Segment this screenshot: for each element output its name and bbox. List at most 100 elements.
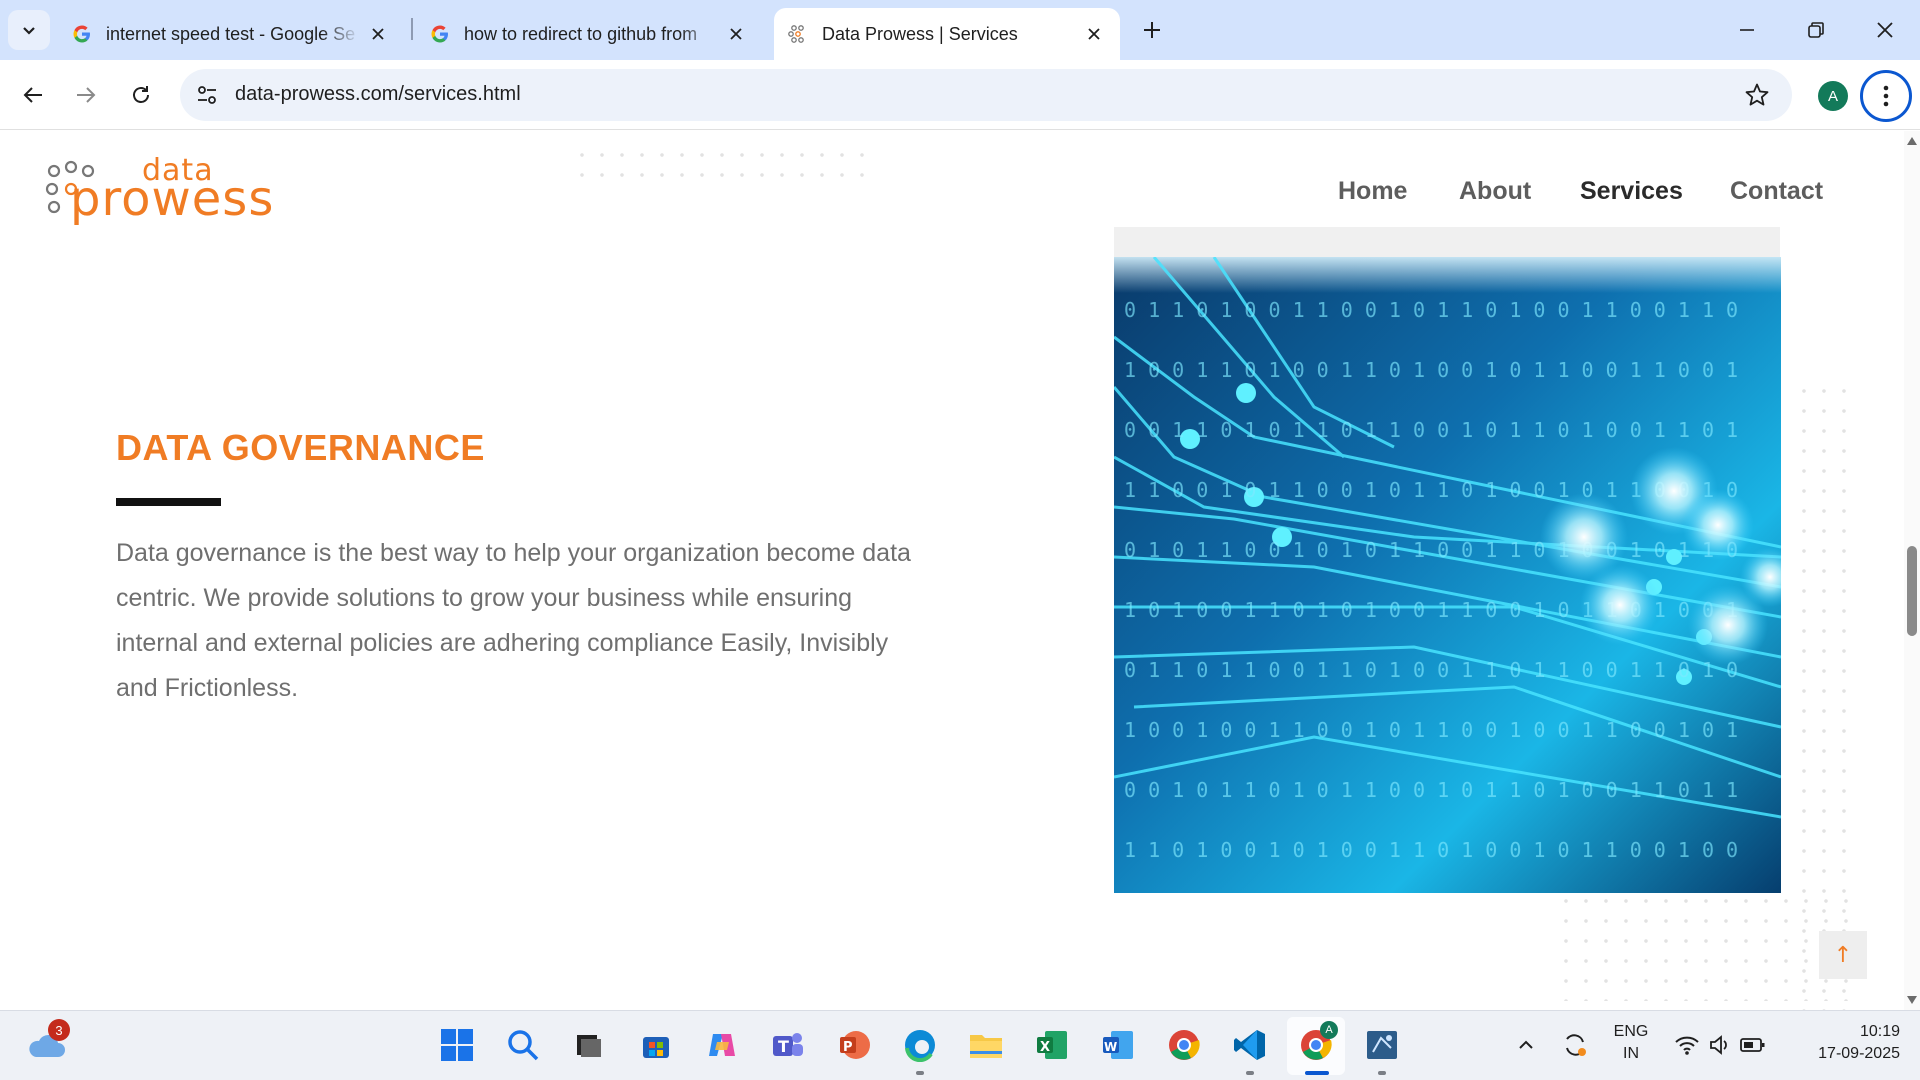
language-indicator[interactable]: ENG IN [1603, 1023, 1659, 1063]
chrome-profile-icon[interactable]: A [1296, 1021, 1338, 1065]
nav-contact[interactable]: Contact [1730, 177, 1823, 206]
start-button[interactable] [437, 1025, 477, 1065]
nav-home[interactable]: Home [1338, 177, 1407, 206]
forward-button[interactable] [66, 75, 106, 115]
quick-settings-button[interactable] [1668, 1025, 1772, 1065]
tab-title: Data Prowess | Services [822, 23, 1018, 44]
search-icon [508, 1030, 539, 1061]
url-text[interactable]: data-prowess.com/services.html [235, 83, 521, 106]
region-code: IN [1623, 1045, 1639, 1062]
scrollbar-thumb[interactable] [1907, 546, 1917, 636]
arrow-left-icon [23, 87, 42, 103]
tab-internet-speed-test[interactable]: internet speed test - Google Se [58, 8, 404, 60]
clock[interactable]: 10:19 17-09-2025 [1790, 1023, 1900, 1063]
notification-badge: 3 [48, 1019, 70, 1041]
copilot-icon[interactable] [702, 1025, 742, 1065]
volume-icon [1710, 1035, 1727, 1055]
svg-text:0 1 0 1 1 0 0 1 0 1 0 1 1 0 0: 0 1 0 1 1 0 0 1 0 1 0 1 1 0 0 1 1 0 1 0 … [1124, 538, 1738, 562]
svg-text:1 0 0 1 1 0 1 0 0 1 1 0 1 0 0: 1 0 0 1 1 0 1 0 0 1 1 0 1 0 0 1 0 1 1 0 … [1124, 358, 1738, 382]
site-logo[interactable]: data prowess [44, 153, 304, 225]
tab-github-redirect[interactable]: how to redirect to github from [416, 8, 762, 60]
close-icon [1877, 22, 1893, 38]
minimize-icon [1740, 29, 1754, 31]
powerpoint-icon[interactable]: P [834, 1025, 874, 1065]
plus-icon [1144, 22, 1160, 38]
svg-text:1 0 0 1 0 0 1 1 0 0 1 0 1 1 0: 1 0 0 1 0 0 1 1 0 0 1 0 1 1 0 0 1 0 0 1 … [1124, 718, 1738, 742]
page-scrollbar[interactable] [1904, 131, 1920, 1010]
windows-logo-icon [441, 1029, 473, 1061]
file-explorer-icon[interactable] [966, 1025, 1006, 1065]
tab-separator [411, 18, 413, 40]
reload-icon [133, 86, 149, 103]
tab-title: internet speed test - Google Se [106, 23, 356, 44]
svg-text:W: W [1104, 1040, 1117, 1054]
new-tab-button[interactable] [1136, 14, 1168, 46]
nav-about[interactable]: About [1459, 177, 1531, 206]
site-info-icon[interactable] [194, 82, 220, 108]
svg-text:0 0 1 1 0 1 0 1 1 0 1 1 0 0 1: 0 0 1 1 0 1 0 1 1 0 1 1 0 0 1 0 1 1 0 1 … [1124, 418, 1738, 442]
address-bar[interactable]: data-prowess.com/services.html [180, 69, 1792, 121]
svg-text:0 1 1 0 1 1 0 0 1 1 0 1 0 0 1: 0 1 1 0 1 1 0 0 1 1 0 1 0 0 1 1 0 1 1 0 … [1124, 658, 1738, 682]
search-button[interactable] [503, 1025, 543, 1065]
tab-title: how to redirect to github from [464, 23, 698, 44]
weather-widget[interactable]: 3 [26, 1019, 70, 1065]
svg-text:X: X [1040, 1040, 1050, 1055]
restore-icon [1808, 22, 1824, 38]
active-indicator [1305, 1071, 1329, 1075]
close-icon[interactable] [366, 22, 390, 46]
arrow-up-icon: ↑ [1833, 942, 1853, 968]
scroll-up-icon[interactable] [1907, 137, 1917, 145]
title-underline [116, 498, 221, 506]
scroll-down-icon[interactable] [1907, 996, 1917, 1004]
word-icon[interactable]: W [1098, 1025, 1138, 1065]
chevron-up-icon [1519, 1040, 1533, 1049]
teams-icon[interactable]: T [768, 1025, 808, 1065]
show-hidden-icons-button[interactable] [1506, 1025, 1546, 1065]
close-icon[interactable] [1082, 22, 1106, 46]
wifi-icon [1675, 1036, 1699, 1055]
nav-services[interactable]: Services [1580, 177, 1683, 206]
svg-text:P: P [843, 1040, 853, 1055]
chrome-icon[interactable] [1164, 1025, 1204, 1065]
running-indicator [916, 1071, 924, 1075]
running-indicator [1378, 1071, 1386, 1075]
edge-icon[interactable] [900, 1025, 940, 1065]
minimize-button[interactable] [1724, 10, 1770, 50]
remote-app-icon[interactable] [1362, 1025, 1402, 1065]
section-description: Data governance is the best way to help … [116, 539, 911, 702]
windows-taskbar: 3 T P X W A ENG IN 10:19 17-09-2025 [0, 1010, 1920, 1080]
svg-text:0 0 1 0 1 1 0 1 0 1 1 0 0 1 0: 0 0 1 0 1 1 0 1 0 1 1 0 0 1 0 1 1 0 1 0 … [1124, 778, 1738, 802]
circuit-binary-graphic: 0 1 1 0 1 0 0 1 1 0 0 1 0 1 1 0 1 0 0 1 … [1114, 257, 1781, 862]
svg-text:1 1 0 1 0 0 1 0 1 0 0 1 1 0 1: 1 1 0 1 0 0 1 0 1 0 0 1 1 0 1 0 0 1 0 1 … [1124, 838, 1738, 862]
tab-search-button[interactable] [8, 10, 50, 50]
vscode-icon[interactable] [1230, 1025, 1270, 1065]
excel-icon[interactable]: X [1032, 1025, 1072, 1065]
clock-time: 10:19 [1859, 1023, 1900, 1040]
data-prowess-favicon [788, 25, 804, 43]
profile-badge: A [1320, 1021, 1338, 1039]
tab-data-prowess-services[interactable]: Data Prowess | Services [774, 8, 1120, 60]
task-view-icon [577, 1035, 601, 1057]
data-governance-image: 0 1 1 0 1 0 0 1 1 0 0 1 0 1 1 0 1 0 0 1 … [1114, 257, 1781, 893]
svg-text:T: T [778, 1037, 789, 1056]
running-indicator [1246, 1071, 1254, 1075]
logo-text-prowess: prowess [70, 171, 275, 227]
chevron-down-icon [23, 27, 35, 35]
profile-avatar[interactable]: A [1818, 81, 1848, 111]
browser-menu-button[interactable] [1860, 70, 1912, 122]
google-icon [73, 25, 90, 43]
microsoft-store-icon[interactable] [636, 1025, 676, 1065]
reload-button[interactable] [121, 75, 161, 115]
bookmark-star-icon[interactable] [1744, 82, 1770, 108]
close-window-button[interactable] [1862, 10, 1908, 50]
restore-button[interactable] [1793, 10, 1839, 50]
back-to-top-button[interactable]: ↑ [1819, 931, 1867, 979]
svg-text:0 1 1 0 1 0 0 1 1 0 0 1 0 1 1: 0 1 1 0 1 0 0 1 1 0 0 1 0 1 1 0 1 0 0 1 … [1124, 298, 1738, 322]
clock-date: 17-09-2025 [1818, 1045, 1900, 1062]
task-view-button[interactable] [569, 1025, 609, 1065]
back-button[interactable] [13, 75, 53, 115]
close-icon[interactable] [724, 22, 748, 46]
google-icon [431, 25, 448, 43]
sync-icon[interactable] [1555, 1025, 1595, 1065]
battery-icon [1740, 1038, 1765, 1052]
